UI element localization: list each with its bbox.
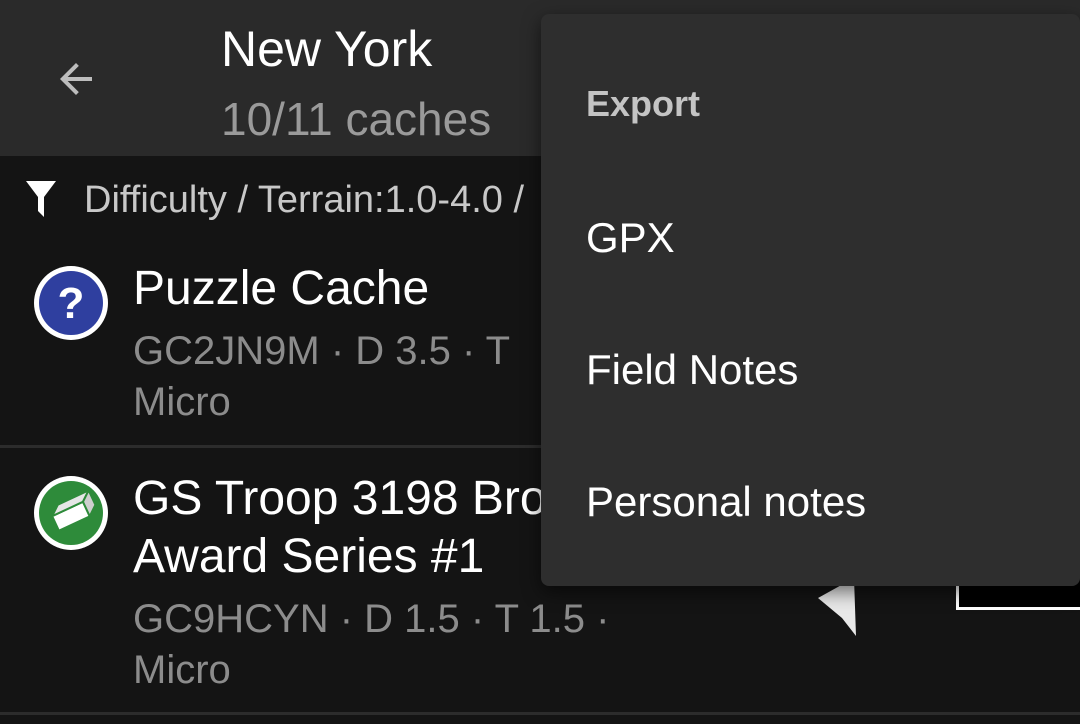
filter-icon [26, 181, 56, 217]
divider [0, 712, 1080, 715]
cache-size: Micro [133, 648, 231, 692]
svg-text:?: ? [58, 279, 85, 328]
menu-item-label: Personal notes [586, 478, 867, 525]
menu-item-field-notes[interactable]: Field Notes [541, 313, 1080, 423]
arrow-back-icon [60, 63, 92, 95]
mystery-cache-icon: ? [34, 266, 108, 340]
filter-summary: Difficulty / Terrain:1.0-4.0 / [84, 179, 525, 221]
page-title: New York [221, 21, 433, 77]
back-button[interactable] [36, 39, 116, 119]
direction-arrow-icon [818, 578, 856, 636]
menu-header: Export [586, 83, 701, 124]
menu-item-label: Field Notes [586, 346, 799, 393]
menu-item-personal-notes[interactable]: Personal notes [541, 445, 1080, 555]
cache-code-rating: GC9HCYN · D 1.5 · T 1.5 · [133, 597, 610, 641]
traditional-cache-icon [34, 476, 108, 550]
cache-count: 10/11 caches [221, 93, 492, 145]
cache-details: GC9HCYN · D 1.5 · T 1.5 · Micro [133, 594, 653, 696]
menu-item-label: GPX [586, 214, 675, 261]
menu-item-gpx[interactable]: GPX [541, 181, 1080, 291]
export-menu: Export GPX Field Notes Personal notes [541, 14, 1080, 586]
